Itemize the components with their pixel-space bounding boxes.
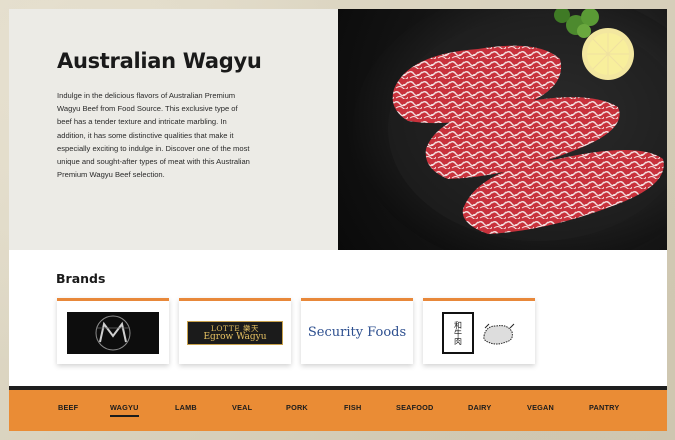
nav-item-vegan[interactable]: VEGAN xyxy=(527,403,554,412)
brands-heading: Brands xyxy=(56,271,106,286)
wagyu-bull-logo: 和牛肉 xyxy=(442,311,516,354)
content-card: Australian Wagyu Indulge in the deliciou… xyxy=(9,9,667,431)
wagyu-steak-image xyxy=(338,9,667,250)
nav-item-lamb[interactable]: LAMB xyxy=(175,403,197,412)
nav-item-dairy[interactable]: DAIRY xyxy=(468,403,491,412)
brand-card-m[interactable] xyxy=(57,298,169,364)
nav-item-seafood[interactable]: SEAFOOD xyxy=(396,403,433,412)
m-emblem-icon xyxy=(95,315,131,350)
hero-description: Indulge in the delicious flavors of Aust… xyxy=(57,91,250,180)
brand-card-lotte[interactable]: LOTTE 樂天 Egrow Wagyu xyxy=(179,298,291,364)
nav-item-pantry[interactable]: PANTRY xyxy=(589,403,619,412)
brand-card-wagyu-bull[interactable]: 和牛肉 xyxy=(423,298,535,364)
hero-text-panel: Australian Wagyu Indulge in the deliciou… xyxy=(9,9,338,250)
bull-icon xyxy=(483,323,515,344)
lotte-egrow-wagyu-logo: LOTTE 樂天 Egrow Wagyu xyxy=(187,320,283,345)
nav-item-beef[interactable]: BEEF xyxy=(58,403,78,412)
page-frame: Australian Wagyu Indulge in the deliciou… xyxy=(0,0,675,440)
brand-card-security-foods[interactable]: Security Foods xyxy=(301,298,413,364)
nav-item-wagyu[interactable]: WAGYU xyxy=(110,403,139,417)
wagyu-kanji-text: 和牛肉 xyxy=(453,320,463,345)
nav-item-veal[interactable]: VEAL xyxy=(232,403,252,412)
nav-item-fish[interactable]: FISH xyxy=(344,403,361,412)
security-foods-logo: Security Foods xyxy=(307,325,407,340)
m-brand-logo xyxy=(67,311,159,354)
category-nav: BEEF WAGYU LAMB VEAL PORK FISH SEAFOOD D… xyxy=(9,390,667,431)
steak-plate-illustration xyxy=(353,9,667,250)
page-title: Australian Wagyu xyxy=(57,49,262,73)
nav-item-pork[interactable]: PORK xyxy=(286,403,308,412)
